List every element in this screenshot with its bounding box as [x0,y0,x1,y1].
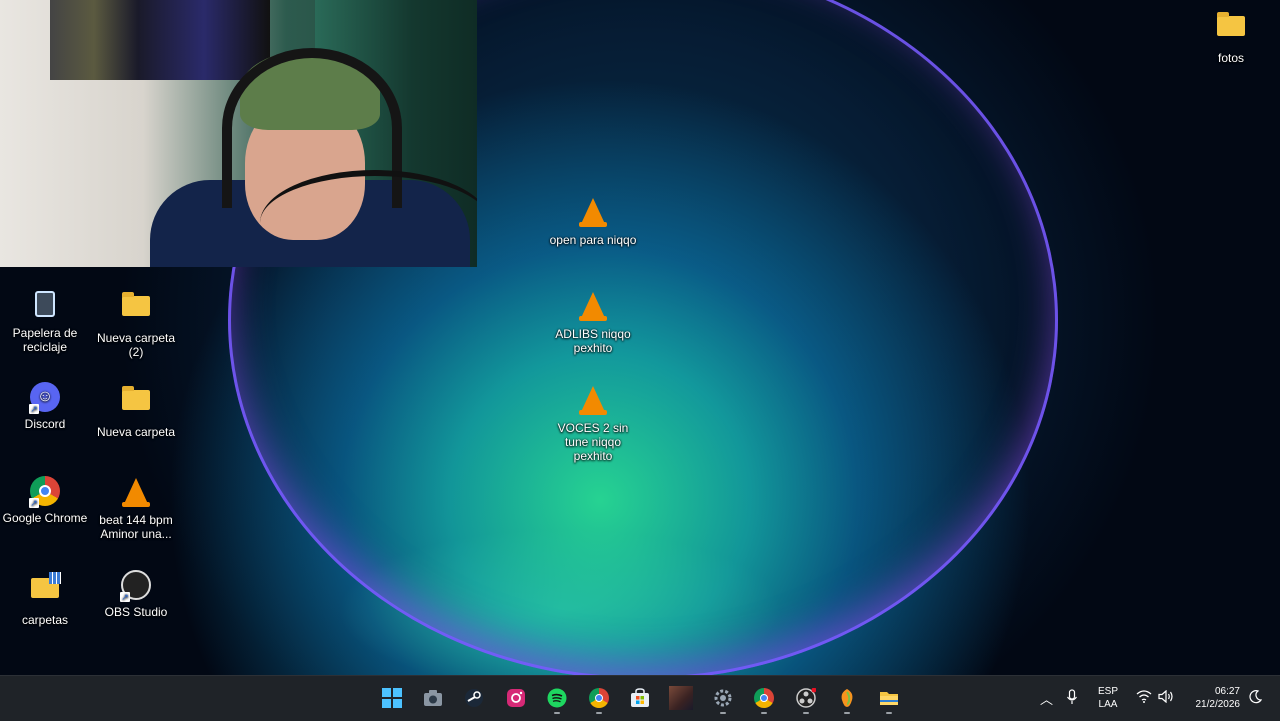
fl-studio-icon [841,689,853,707]
desktop-icon-discord[interactable]: ☺ ↗ Discord [0,382,90,431]
start-button[interactable] [376,682,408,714]
vlc-icon [577,198,609,230]
desktop-icon-label: beat 144 bpm Aminor una... [99,513,173,541]
desktop-icon-nueva-carpeta[interactable]: Nueva carpeta [91,382,181,439]
clock-date: 21/2/2026 [1195,699,1241,710]
taskbar-steam[interactable] [458,682,490,714]
vlc-icon [577,386,609,418]
hanging-clothes [50,0,270,80]
folder-icon [29,572,61,610]
taskbar-obs[interactable] [790,682,822,714]
shortcut-arrow-icon: ↗ [120,592,130,602]
desktop-icon-label: OBS Studio [104,605,168,619]
desktop-icon-fotos[interactable]: fotos [1186,8,1276,65]
vlc-icon [120,478,152,510]
do-not-disturb-icon[interactable] [1249,690,1262,704]
desktop-icon-label: open para niqqo [549,233,637,247]
chrome-icon [589,688,609,708]
taskbar-camera[interactable] [417,682,449,714]
desktop-icon-obs-studio[interactable]: ↗ OBS Studio [91,570,181,619]
running-indicator [886,712,892,714]
desktop-icon-label: Nueva carpeta (2) [96,331,176,359]
taskbar-game[interactable] [665,682,697,714]
webcam-overlay [0,0,477,267]
instagram-icon [507,689,525,707]
desktop-icon-adlibs[interactable]: ADLIBS niqqo pexhito [548,290,638,355]
running-indicator [554,712,560,714]
shortcut-arrow-icon: ↗ [29,498,39,508]
desktop-icon-carpetas[interactable]: carpetas [0,570,90,627]
camera-icon [424,690,442,706]
chrome-icon: ↗ [29,476,61,508]
windows-start-icon [382,688,402,708]
desktop-icon-open-para-niqqo[interactable]: open para niqqo [548,196,638,247]
folder-icon [120,292,152,328]
taskbar: ︿ ESP LAA 06:27 21/2/2026 [0,675,1280,721]
folder-icon [1215,12,1247,48]
recycle-bin-icon [29,291,61,323]
input-language-indicator[interactable]: ESP LAA [1094,685,1122,711]
running-indicator [761,712,767,714]
desktop-icon-beat-144-bpm[interactable]: beat 144 bpm Aminor una... [91,476,181,541]
taskbar-file-explorer[interactable] [873,682,905,714]
desktop-icon-google-chrome[interactable]: ↗ Google Chrome [0,476,90,525]
desktop-icon-nueva-carpeta-2[interactable]: Nueva carpeta (2) [91,288,181,359]
shortcut-arrow-icon: ↗ [29,404,39,414]
running-indicator [720,712,726,714]
desktop-icon-recycle-bin[interactable]: Papelera de reciclaje [0,288,90,354]
spotify-icon [547,688,567,708]
desktop-icon-label: fotos [1217,51,1244,65]
taskbar-fl-studio[interactable] [831,682,863,714]
obs-icon [796,688,816,708]
settings-icon [714,689,732,707]
microphone-icon[interactable] [1066,689,1078,705]
running-indicator [844,712,850,714]
taskbar-instagram[interactable] [500,682,532,714]
taskbar-chrome[interactable] [583,682,615,714]
desktop-icon-label: VOCES 2 sin tune niqqo pexhito [557,421,629,463]
show-hidden-icons-chevron-icon[interactable]: ︿ [1040,689,1053,708]
wifi-icon[interactable] [1136,690,1152,703]
keyboard-layout: LAA [1098,699,1118,710]
folder-icon [120,386,152,422]
vlc-icon [577,292,609,324]
volume-icon[interactable] [1158,690,1175,703]
taskbar-chrome-2[interactable] [748,682,780,714]
obs-icon: ↗ [120,570,152,602]
clock-time: 06:27 [1214,686,1240,697]
desktop-icon-label: carpetas [21,613,69,627]
clock[interactable]: 06:27 21/2/2026 [1186,685,1241,711]
steam-icon [465,689,483,707]
running-indicator [803,712,809,714]
desktop-icon-label: Discord [24,417,66,431]
taskbar-settings[interactable] [707,682,739,714]
desktop-icon-label: Nueva carpeta [96,425,176,439]
running-indicator [596,712,602,714]
microsoft-store-icon [631,688,649,707]
desktop-icon-label: Papelera de reciclaje [12,326,78,354]
file-explorer-icon [880,692,898,705]
discord-icon: ☺ ↗ [29,382,61,414]
taskbar-microsoft-store[interactable] [624,682,656,714]
chrome-icon [754,688,774,708]
desktop-icon-voces-2[interactable]: VOCES 2 sin tune niqqo pexhito [548,384,638,463]
language-code: ESP [1097,686,1118,697]
taskbar-spotify[interactable] [541,682,573,714]
desktop-icon-label: Google Chrome [2,511,88,525]
game-icon [669,686,693,710]
desktop-icon-label: ADLIBS niqqo pexhito [555,327,631,355]
